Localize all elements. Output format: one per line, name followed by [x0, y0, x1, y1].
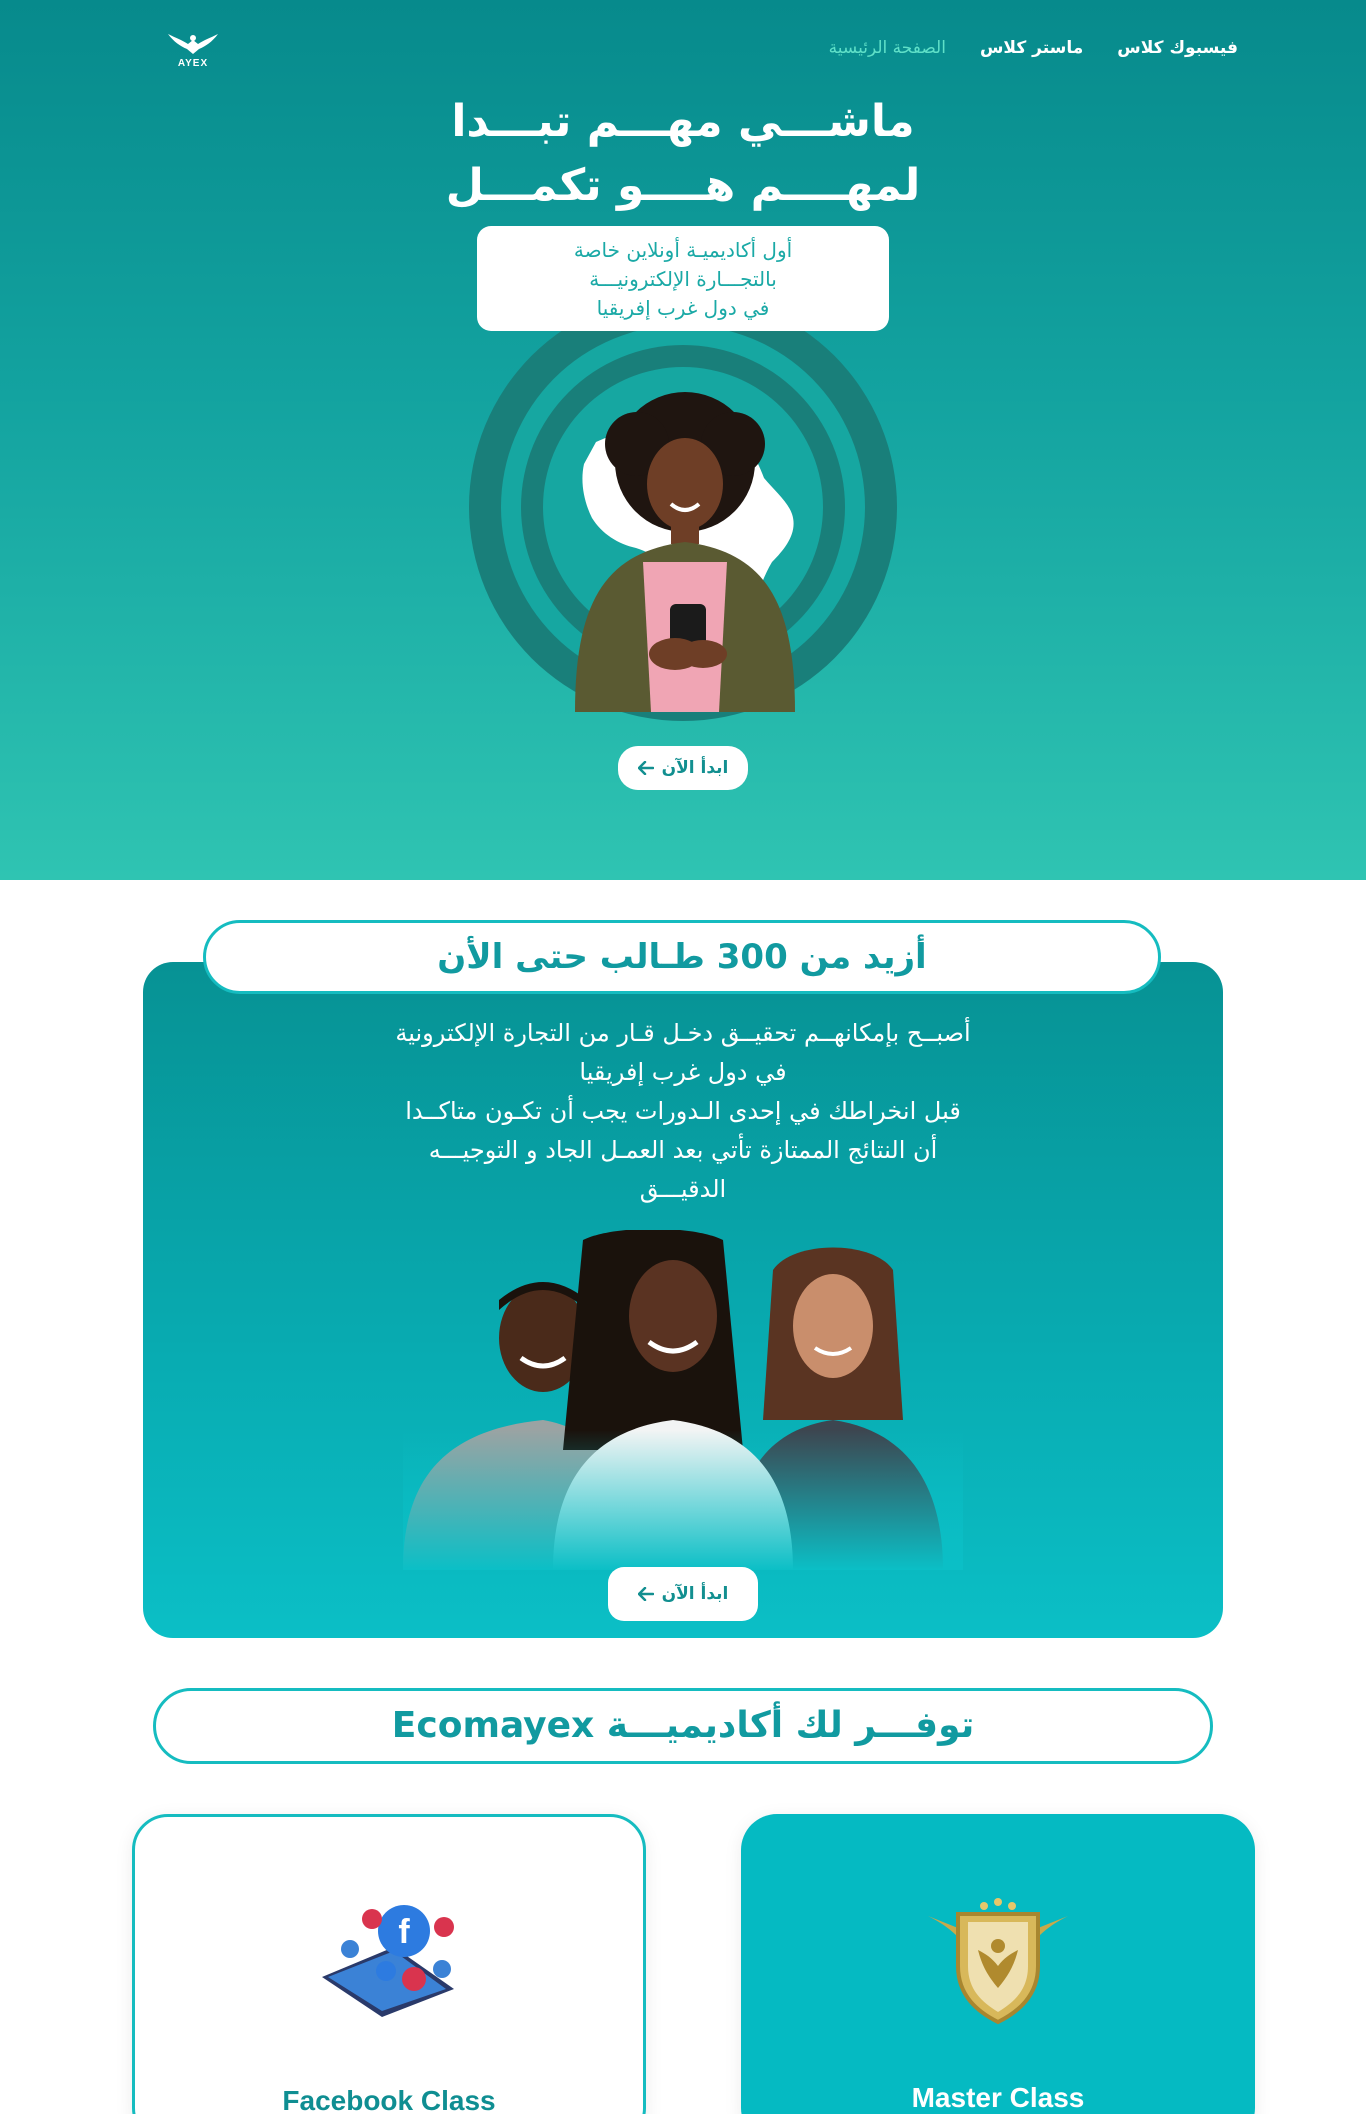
arrow-left-icon: [637, 761, 654, 775]
students-line-2: في دول غرب إفريقيا: [579, 1058, 787, 1086]
hero-section: AYEX فيسبوك كلاس ماستر كلاس الصفحة الرئي…: [0, 0, 1366, 880]
eagle-logo-icon: [168, 34, 218, 54]
hero-subtitle-line-1: أول أكاديميـة أونلاين خاصة: [573, 238, 793, 262]
svg-text:f: f: [398, 1913, 410, 1951]
hero-subtitle-line-3: في دول غرب إفريقيا: [596, 296, 770, 320]
students-line-4: أن النتائج الممتازة تأتي بعد العمـل الجا…: [428, 1136, 938, 1164]
master-class-badge-icon: [928, 1898, 1068, 2025]
students-line-5: الدقيـــق: [639, 1175, 727, 1203]
nav-master-class[interactable]: ماستر كلاس: [980, 38, 1083, 58]
students-heading: أزيد من 300 طـالب حتى الأن: [203, 920, 1161, 994]
arrow-left-icon: [637, 1587, 654, 1601]
nav-home[interactable]: الصفحة الرئيسية: [829, 38, 946, 58]
offers-heading: توفـــر لك أكاديميـــة Ecomayex: [153, 1688, 1213, 1764]
students-description: أصبــح بإمكانهــم تحقيــق دخـل قـار من ا…: [320, 1014, 1046, 1209]
hero-student-image: [575, 392, 795, 712]
hero-title-line-1: ماشـــي مهـــم تبـــدا: [451, 96, 915, 147]
facebook-social-icon: f: [322, 1905, 454, 2017]
start-now-button[interactable]: ابدأ الآن: [618, 746, 748, 790]
ayex-logo[interactable]: AYEX: [166, 28, 220, 72]
hero-title: ماشـــي مهـــم تبـــدا لمهــــم هــــو ت…: [380, 90, 986, 218]
logo-text: AYEX: [177, 58, 209, 69]
students-group-image: [403, 1230, 963, 1570]
students-start-now-button[interactable]: ابدأ الآن: [608, 1567, 758, 1621]
master-class-title: Master Class: [911, 2082, 1085, 2113]
facebook-class-title: Facebook Class: [282, 2085, 496, 2114]
students-line-1: أصبــح بإمكانهــم تحقيــق دخـل قـار من ا…: [395, 1019, 971, 1047]
hero-title-line-2: لمهــــم هــــو تكمـــل: [445, 160, 921, 211]
facebook-class-card[interactable]: f Facebook Class: [132, 1814, 646, 2114]
hero-subtitle-line-2: بالتجـــارة الإلكترونيـــة: [589, 267, 777, 291]
hero-subtitle-box: أول أكاديميـة أونلاين خاصة بالتجـــارة ا…: [477, 226, 889, 331]
students-line-3: قبل انخراطك في إحدى الـدورات يجب أن تكـو…: [405, 1097, 961, 1125]
main-nav: فيسبوك كلاس ماستر كلاس الصفحة الرئيسية: [829, 38, 1238, 58]
nav-facebook-class[interactable]: فيسبوك كلاس: [1117, 38, 1238, 58]
start-now-label: ابدأ الآن: [661, 758, 729, 778]
master-class-card[interactable]: Master Class: [741, 1814, 1255, 2114]
students-start-now-label: ابدأ الآن: [661, 1584, 729, 1604]
